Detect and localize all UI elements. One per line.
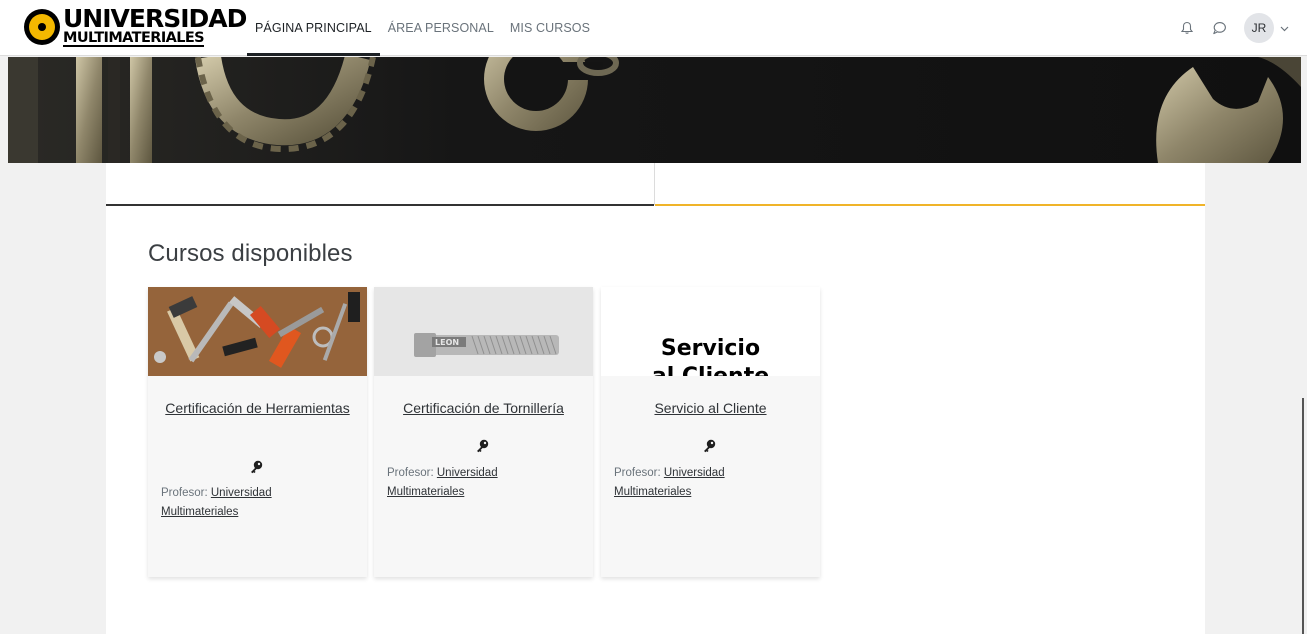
logo-circle-icon (24, 9, 60, 45)
course-title-link[interactable]: Servicio al Cliente (611, 398, 810, 418)
bell-icon[interactable] (1176, 17, 1198, 39)
teacher-label: Profesor: (387, 467, 434, 479)
nav-item-area-personal[interactable]: ÁREA PERSONAL (380, 0, 502, 56)
course-image-herramientas[interactable] (148, 287, 367, 376)
user-controls: JR (1174, 12, 1289, 44)
course-title-link[interactable]: Certificación de Herramientas (158, 398, 357, 418)
course-card: Servicio al Cliente Servicio al Cliente … (601, 287, 820, 577)
teacher-label: Profesor: (161, 487, 208, 499)
logo-text-line1: UNIVERSIDAD (63, 4, 247, 33)
key-icon (701, 438, 717, 454)
bolt-brand-label: LEON (435, 338, 459, 347)
user-avatar[interactable]: JR (1244, 13, 1274, 43)
chat-bubble-icon[interactable] (1208, 17, 1230, 39)
image-text-line2: al Cliente (601, 364, 820, 376)
page-scrollbar[interactable] (1302, 398, 1304, 634)
course-card: LEON Certificación de Tornillería Profes… (374, 287, 593, 577)
course-title-link[interactable]: Certificación de Tornillería (384, 398, 583, 418)
image-text-line1: Servicio (660, 336, 761, 361)
chevron-down-icon[interactable] (1280, 19, 1289, 37)
key-icon (474, 438, 490, 454)
nav-item-mis-cursos[interactable]: MIS CURSOS (502, 0, 598, 56)
section-title: Cursos disponibles (148, 240, 353, 267)
key-icon (248, 459, 264, 475)
header-banner-image (8, 57, 1301, 163)
site-logo[interactable]: UNIVERSIDAD MULTIMATERIALES (24, 6, 247, 50)
course-card: Certificación de Herramientas Profesor: … (148, 287, 367, 577)
nav-item-pagina-principal[interactable]: PÁGINA PRINCIPAL (247, 0, 380, 56)
primary-navigation: PÁGINA PRINCIPAL ÁREA PERSONAL MIS CURSO… (247, 0, 598, 56)
course-teacher: Profesor: Universidad Multimateriales (387, 464, 577, 502)
tab-divider (654, 163, 655, 205)
course-image-servicio[interactable]: Servicio al Cliente (601, 287, 820, 376)
logo-text-line2: MULTIMATERIALES (63, 30, 205, 47)
tab-indicator-right (655, 204, 1205, 206)
tab-indicator-left (106, 204, 654, 206)
course-teacher: Profesor: Universidad Multimateriales (161, 484, 351, 522)
course-teacher: Profesor: Universidad Multimateriales (614, 464, 804, 502)
main-content-panel: Cursos disponibles Certificación de Herr… (106, 163, 1205, 634)
teacher-label: Profesor: (614, 467, 661, 479)
top-navbar: UNIVERSIDAD MULTIMATERIALES PÁGINA PRINC… (0, 0, 1307, 56)
course-image-tornilleria[interactable]: LEON (374, 287, 593, 376)
